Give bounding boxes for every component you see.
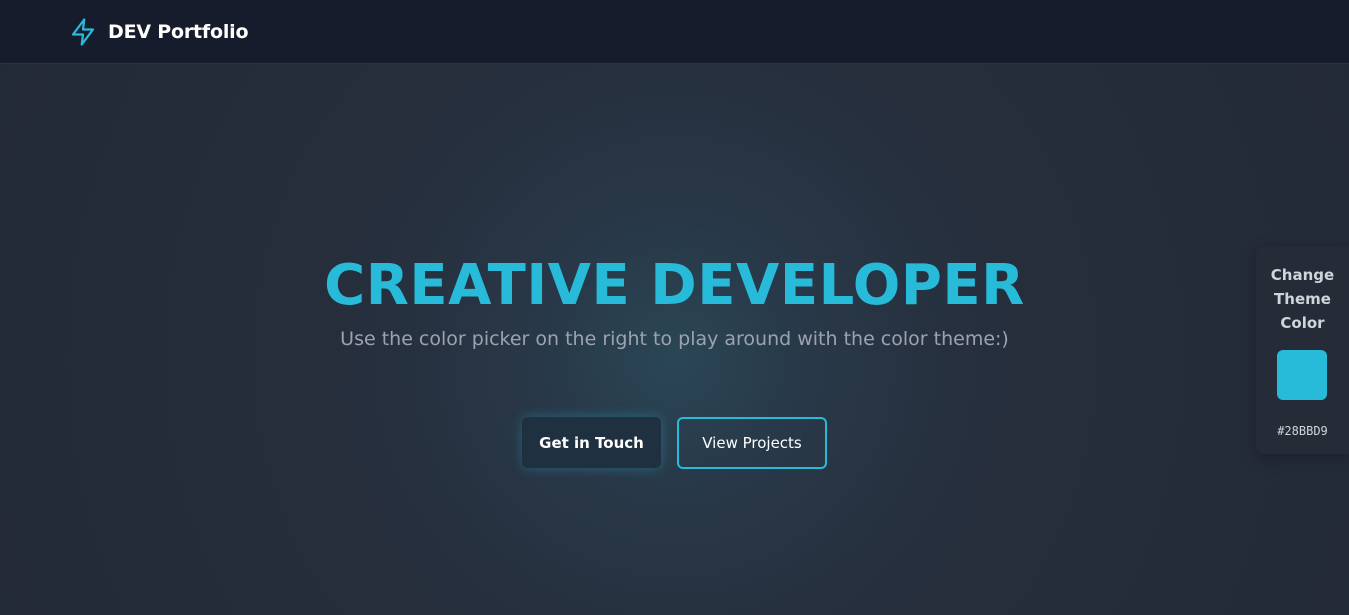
- theme-color-picker-panel: Change Theme Color #28BBD9: [1256, 247, 1349, 454]
- brand-name: DEV Portfolio: [108, 21, 249, 43]
- theme-picker-label: Change Theme Color: [1256, 263, 1349, 335]
- current-color-hex: #28BBD9: [1277, 424, 1328, 438]
- theme-picker-label-line: Change: [1270, 266, 1335, 284]
- hero-section: CREATIVE DEVELOPER Use the color picker …: [0, 64, 1349, 615]
- color-picker-swatch[interactable]: [1277, 350, 1327, 400]
- navbar: DEV Portfolio: [0, 0, 1349, 64]
- get-in-touch-button[interactable]: Get in Touch: [522, 417, 661, 468]
- lightning-bolt-icon: [68, 17, 98, 47]
- hero-subtitle: Use the color picker on the right to pla…: [340, 328, 1009, 350]
- hero-title: CREATIVE DEVELOPER: [324, 253, 1025, 318]
- theme-picker-label-line: Color: [1280, 314, 1325, 332]
- brand-link[interactable]: DEV Portfolio: [68, 17, 249, 47]
- theme-picker-label-line: Theme: [1274, 290, 1331, 308]
- view-projects-button[interactable]: View Projects: [677, 417, 827, 469]
